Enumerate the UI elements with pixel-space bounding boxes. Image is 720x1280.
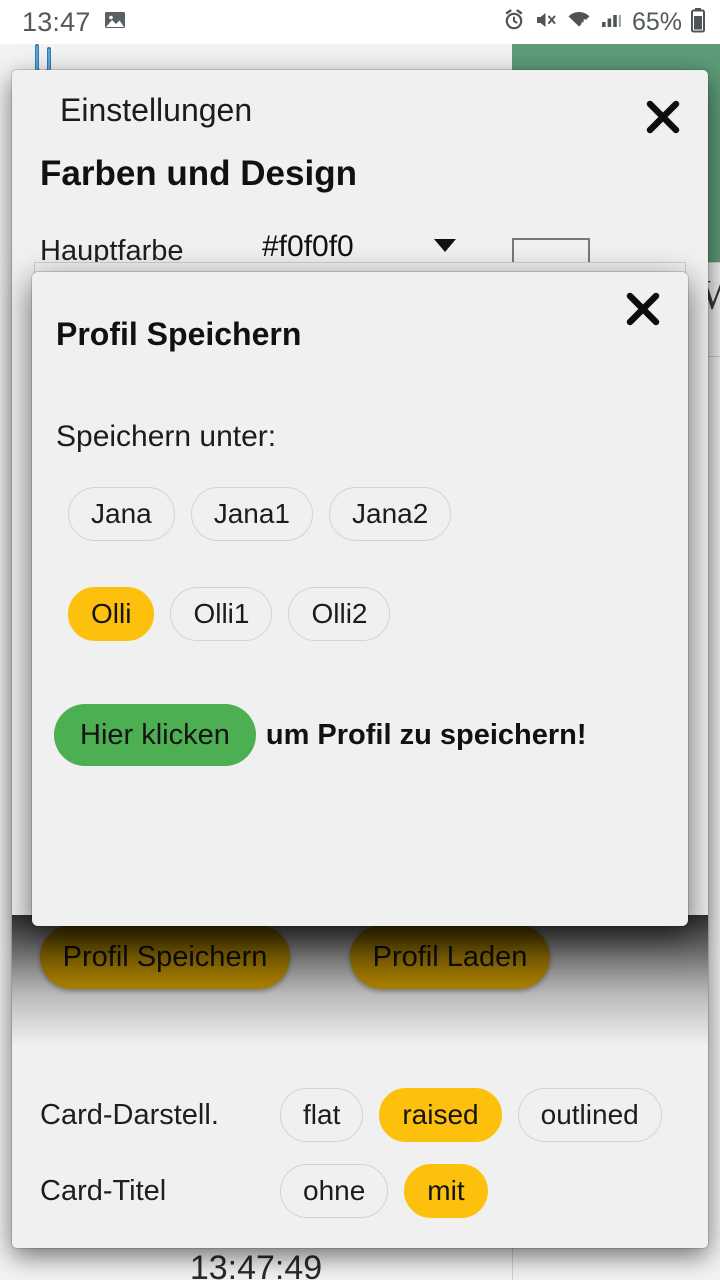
save-profile-dialog: Profil Speichern Speichern unter: Jana J… [32,272,688,926]
mute-icon [534,8,558,37]
chevron-down-icon [434,239,456,252]
close-icon [643,97,683,137]
status-bar-left: 13:47 [22,7,127,38]
hier-klicken-button[interactable]: Hier klicken [54,704,256,766]
signal-icon [600,8,622,37]
profile-slot-olli[interactable]: Olli [68,587,155,641]
wifi-icon [566,8,592,37]
section-heading: Farben und Design [40,154,357,193]
profile-slot-jana2[interactable]: Jana2 [329,487,452,541]
background-clock: 13:47:49 [189,1249,323,1280]
save-profile-close-button[interactable] [620,286,666,332]
settings-close-button[interactable] [640,94,686,140]
status-bar: 13:47 65% [0,0,720,44]
card-titel-option-ohne[interactable]: ohne [280,1164,389,1218]
profil-laden-button[interactable]: Profil Laden [350,925,550,989]
profil-speichern-button[interactable]: Profil Speichern [40,925,290,989]
card-darstellung-option-raised[interactable]: raised [379,1088,502,1142]
alarm-icon [502,8,526,37]
profile-slot-olli2[interactable]: Olli2 [288,587,391,641]
profile-slots-row-1: Jana Jana1 Jana2 [68,487,452,541]
close-icon [623,289,663,329]
hauptfarbe-value: #f0f0f0 [262,229,354,263]
profile-slot-jana[interactable]: Jana [68,487,175,541]
status-bar-right: 65% [502,7,706,38]
card-darstellung-option-outlined[interactable]: outlined [517,1088,662,1142]
battery-icon [690,7,706,38]
image-icon [103,8,127,37]
settings-dialog-title: Einstellungen [60,92,253,128]
card-darstellung-label: Card-Darstell. [40,1098,219,1131]
profile-slot-jana1[interactable]: Jana1 [190,487,314,541]
card-darstellung-row: Card-Darstell. flat raised outlined [40,1088,662,1142]
profile-slot-olli1[interactable]: Olli1 [170,587,273,641]
profile-buttons-row: Profil Speichern Profil Laden [12,925,708,1017]
save-action-row: Hier klicken um Profil zu speichern! [54,704,587,766]
card-darstellung-option-flat[interactable]: flat [280,1088,364,1142]
save-action-hint: um Profil zu speichern! [265,718,587,751]
card-titel-label: Card-Titel [40,1174,167,1207]
phone-screen: 13:47 65% W 13:47:49 Einstellungen Farbe… [0,0,720,1280]
battery-percent: 65% [631,7,682,36]
profile-slots-row-2: Olli Olli1 Olli2 [68,587,391,641]
save-profile-title: Profil Speichern [56,316,302,352]
card-titel-row: Card-Titel ohne mit [40,1164,488,1218]
save-profile-subtitle: Speichern unter: [56,420,277,453]
card-titel-option-mit[interactable]: mit [404,1164,488,1218]
status-clock: 13:47 [22,6,91,37]
